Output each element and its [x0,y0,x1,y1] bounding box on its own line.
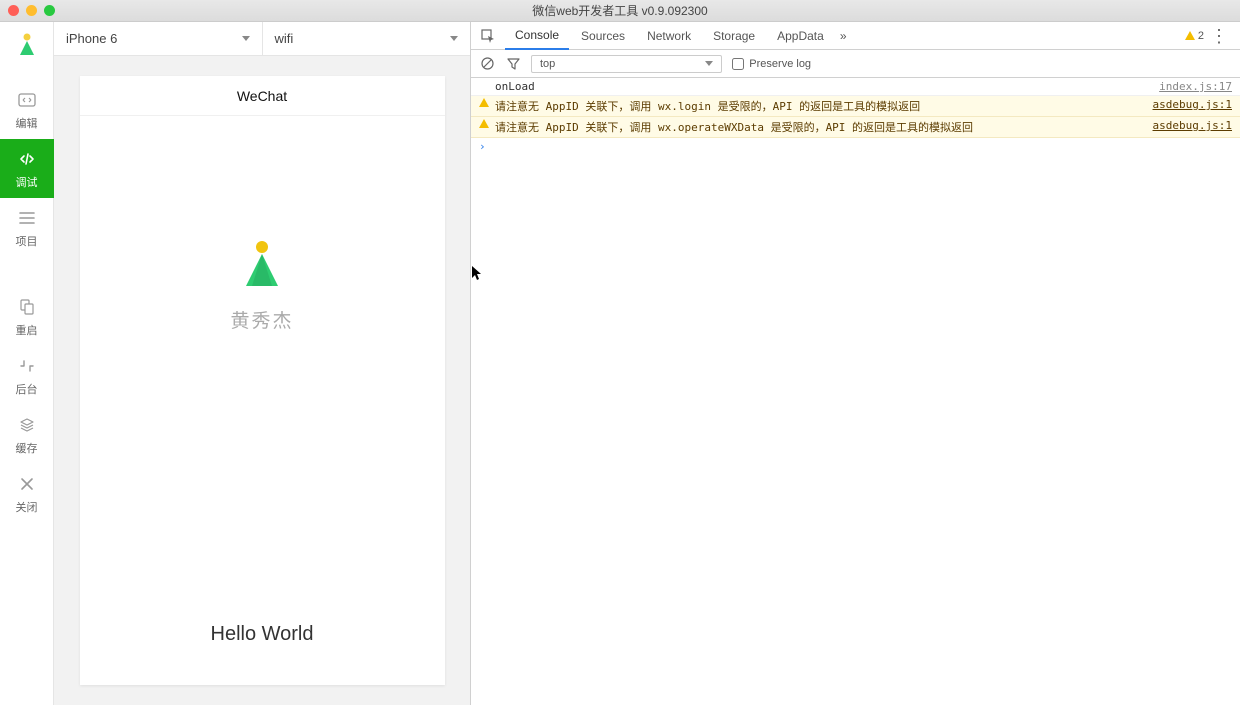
sidebar-item-label: 重启 [16,322,38,338]
context-value: top [540,58,555,70]
network-select[interactable]: wifi [263,22,471,56]
preview-toolbar: iPhone 6 wifi [54,22,470,56]
sidebar-item-restart[interactable]: 重启 [0,287,54,346]
console-message: 请注意无 AppID 关联下，调用 wx.login 是受限的，API 的返回是… [493,98,1153,114]
preserve-log-label: Preserve log [749,58,811,70]
tab-storage[interactable]: Storage [703,22,765,50]
sidebar-item-label: 项目 [16,233,38,249]
console-source-link[interactable]: asdebug.js:1 [1153,119,1232,132]
console-warn-row: 请注意无 AppID 关联下，调用 wx.login 是受限的，API 的返回是… [471,96,1240,117]
sidebar-item-label: 关闭 [16,499,38,515]
sidebar-item-cache[interactable]: 缓存 [0,405,54,464]
menu-icon [17,208,37,228]
chevron-down-icon [705,61,713,66]
zoom-window-button[interactable] [44,5,55,16]
console-message: 请注意无 AppID 关联下，调用 wx.operateWXData 是受限的，… [493,119,1153,135]
app-logo [10,28,44,62]
minimize-window-button[interactable] [26,5,37,16]
warning-count-badge[interactable]: 2 [1185,30,1204,42]
tab-sources[interactable]: Sources [571,22,635,50]
preview-canvas: WeChat 黄秀杰 Hello World [54,56,470,705]
user-block: 黄秀杰 [230,236,293,333]
sidebar-item-label: 后台 [16,381,38,397]
console-prompt[interactable]: › [471,138,1240,155]
sidebar-item-debug[interactable]: 调试 [0,139,54,198]
phone-screen[interactable]: WeChat 黄秀杰 Hello World [80,76,445,685]
restart-icon [17,297,37,317]
window-title: 微信web开发者工具 v0.9.092300 [532,2,707,19]
sidebar-item-label: 编辑 [16,115,38,131]
device-select-value: iPhone 6 [66,31,117,46]
sidebar-item-label: 调试 [16,174,38,190]
console-message: onLoad [493,80,1159,93]
warning-icon [479,98,493,111]
devtools-tabs: Console Sources Network Storage AppData … [471,22,1240,50]
inspect-element-button[interactable] [477,25,499,47]
sidebar: 编辑 调试 项目 重启 后台 [0,22,54,705]
console-source-link[interactable]: asdebug.js:1 [1153,98,1232,111]
chevron-down-icon [242,36,250,41]
context-select[interactable]: top [531,55,722,73]
avatar-icon [234,236,290,292]
warning-count: 2 [1198,30,1204,42]
preview-panel: iPhone 6 wifi WeChat [54,22,470,705]
console-log-row: onLoad index.js:17 [471,78,1240,96]
sidebar-item-background[interactable]: 后台 [0,346,54,405]
warning-icon [479,119,493,132]
devtools-panel: Console Sources Network Storage AppData … [470,22,1240,705]
devtools-menu-button[interactable]: ⋮ [1210,27,1228,45]
console-source-link[interactable]: index.js:17 [1159,80,1232,93]
clear-console-button[interactable] [479,56,495,72]
close-icon [17,474,37,494]
chevron-down-icon [450,36,458,41]
phone-navbar-title: WeChat [80,76,445,116]
sidebar-item-edit[interactable]: 编辑 [0,80,54,139]
hello-text: Hello World [211,623,314,646]
close-window-button[interactable] [8,5,19,16]
device-select[interactable]: iPhone 6 [54,22,263,56]
layers-icon [17,415,37,435]
sidebar-item-label: 缓存 [16,440,38,456]
titlebar: 微信web开发者工具 v0.9.092300 [0,0,1240,22]
edit-icon [17,90,37,110]
preserve-log-input[interactable] [732,58,744,70]
filter-button[interactable] [505,56,521,72]
debug-icon [17,149,37,169]
network-select-value: wifi [275,31,294,46]
tab-network[interactable]: Network [637,22,701,50]
prompt-glyph: › [479,140,486,153]
console-warn-row: 请注意无 AppID 关联下，调用 wx.operateWXData 是受限的，… [471,117,1240,138]
background-icon [17,356,37,376]
sidebar-item-project[interactable]: 项目 [0,198,54,257]
traffic-lights [8,5,55,16]
sidebar-item-close[interactable]: 关闭 [0,464,54,523]
tab-console[interactable]: Console [505,22,569,50]
tab-appdata[interactable]: AppData [767,22,834,50]
tabs-overflow[interactable]: » [836,22,851,50]
preserve-log-checkbox[interactable]: Preserve log [732,58,811,70]
warning-icon [1185,31,1195,40]
console-output: onLoad index.js:17 请注意无 AppID 关联下，调用 wx.… [471,78,1240,155]
username: 黄秀杰 [230,306,293,333]
console-filterbar: top Preserve log [471,50,1240,78]
